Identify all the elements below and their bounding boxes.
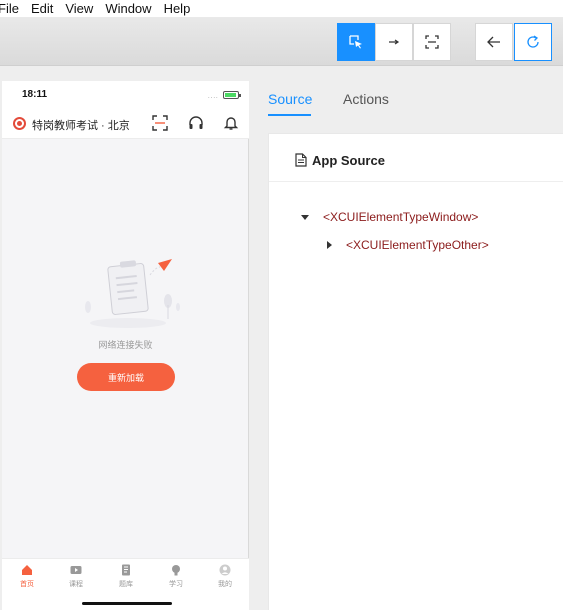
refresh-button[interactable] <box>514 23 552 61</box>
collapse-caret-icon[interactable] <box>327 241 332 249</box>
expand-caret-icon[interactable] <box>301 215 309 220</box>
tab-question-bank[interactable]: 题库 <box>110 564 142 594</box>
reload-button[interactable]: 重新加载 <box>77 363 175 391</box>
device-screen[interactable]: 18:11 .... 特岗教师考试 · 北京 网络连接失败 重新加载 首页 课程… <box>2 81 249 610</box>
back-button[interactable] <box>475 23 513 61</box>
menu-bar: File Edit View Window Help <box>0 0 563 17</box>
menu-file[interactable]: File <box>0 0 25 17</box>
tab-source[interactable]: Source <box>268 91 312 107</box>
arrow-left-icon <box>487 36 500 48</box>
empty-state-illustration <box>85 259 180 328</box>
tab-question-bank-label: 题库 <box>119 581 133 588</box>
tree-node-other[interactable]: <XCUIElementTypeOther> <box>346 238 489 252</box>
arrow-right-icon <box>389 39 400 45</box>
headset-icon[interactable] <box>188 115 204 131</box>
app-title[interactable]: 特岗教师考试 · 北京 <box>32 117 130 133</box>
menu-help[interactable]: Help <box>158 0 197 17</box>
toolbar <box>0 17 563 66</box>
home-indicator[interactable] <box>82 602 172 605</box>
signal-indicator: .... <box>208 94 219 100</box>
network-error-text: 网络连接失败 <box>98 340 153 350</box>
refresh-icon <box>527 35 539 48</box>
menu-window[interactable]: Window <box>99 0 157 17</box>
tab-profile[interactable]: 我的 <box>209 564 241 594</box>
user-icon <box>219 564 231 576</box>
source-panel: App Source <XCUIElementTypeWindow> <XCUI… <box>268 133 563 610</box>
crop-icon <box>425 35 439 49</box>
file-icon <box>295 153 307 167</box>
inspector-tabs: Source Actions <box>268 81 563 117</box>
home-icon <box>22 565 32 575</box>
bulb-icon <box>172 565 180 576</box>
app-logo-icon <box>13 117 26 130</box>
status-time: 18:11 <box>22 89 48 100</box>
status-bar: 18:11 .... <box>2 81 249 107</box>
scan-icon[interactable] <box>152 115 168 131</box>
source-panel-header: App Source <box>269 134 563 182</box>
source-panel-title: App Source <box>312 153 385 168</box>
tab-home[interactable]: 首页 <box>11 564 43 594</box>
video-icon <box>70 566 82 574</box>
select-elements-button[interactable] <box>337 23 375 61</box>
tab-study[interactable]: 学习 <box>160 564 192 594</box>
select-icon <box>349 35 362 49</box>
tab-home-label: 首页 <box>20 581 34 588</box>
tab-profile-label: 我的 <box>218 581 232 588</box>
menu-edit[interactable]: Edit <box>25 0 59 17</box>
tab-actions[interactable]: Actions <box>343 91 389 107</box>
tab-courses[interactable]: 课程 <box>60 564 92 594</box>
tab-courses-label: 课程 <box>69 581 83 588</box>
bell-icon[interactable] <box>223 115 239 131</box>
battery-icon <box>223 91 241 99</box>
tree-node-window[interactable]: <XCUIElementTypeWindow> <box>323 210 478 224</box>
active-tab-indicator <box>268 114 311 116</box>
swipe-button[interactable] <box>375 23 413 61</box>
tab-study-label: 学习 <box>169 581 183 588</box>
menu-view[interactable]: View <box>59 0 99 17</box>
tap-by-coordinates-button[interactable] <box>413 23 451 61</box>
book-icon <box>122 564 130 576</box>
